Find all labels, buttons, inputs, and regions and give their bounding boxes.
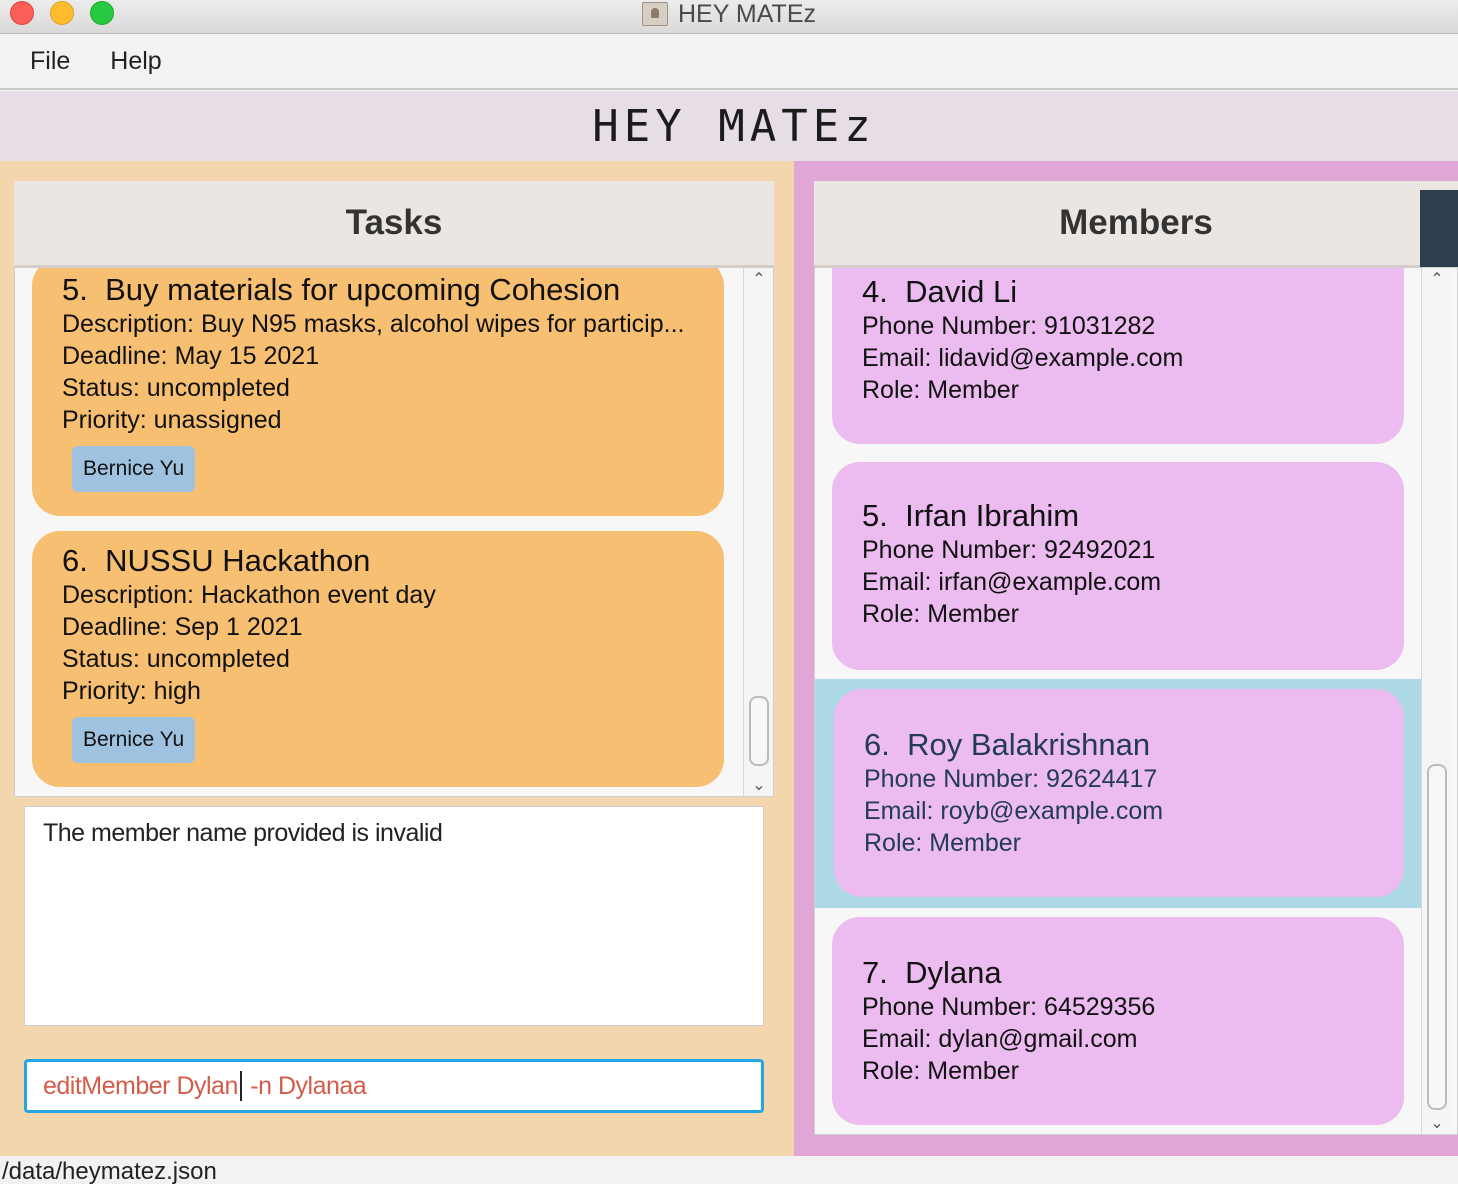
task-priority: Priority: high (62, 677, 201, 705)
member-phone: Phone Number: 91031282 (862, 312, 1156, 340)
task-deadline: Deadline: May 15 2021 (62, 342, 320, 370)
member-role: Role: Member (864, 829, 1021, 857)
member-card: 7. Dylana Phone Number: 64529356 Email: … (832, 917, 1404, 1125)
task-priority: Priority: unassigned (62, 406, 282, 434)
chevron-up-icon[interactable]: ⌃ (1422, 268, 1452, 292)
member-list[interactable]: 4. David Li Phone Number: 91031282 Email… (814, 267, 1458, 1135)
scroll-corner (1420, 190, 1458, 270)
member-name: Dylana (905, 955, 1002, 990)
left-pane: Tasks 5. Buy materials for upcoming Cohe… (0, 161, 794, 1156)
member-title: 5. Irfan Ibrahim (862, 498, 1374, 534)
minimize-window-button[interactable] (50, 1, 74, 25)
task-title: 5. Buy materials for upcoming Cohesion (62, 272, 694, 308)
member-phone: Phone Number: 92492021 (862, 536, 1156, 564)
task-deadline: Deadline: Sep 1 2021 (62, 613, 303, 641)
member-index: 5. (862, 498, 888, 533)
tasks-heading: Tasks (14, 181, 774, 267)
window-title: HEY MATEz (642, 0, 816, 28)
member-phone: Phone Number: 64529356 (862, 993, 1156, 1021)
member-title: 6. Roy Balakrishnan (864, 727, 1374, 763)
member-card: 5. Irfan Ibrahim Phone Number: 92492021 … (832, 462, 1404, 670)
chevron-down-icon[interactable]: ⌄ (1422, 1112, 1452, 1134)
member-email: Email: dylan@gmail.com (862, 1025, 1138, 1053)
member-name: Irfan Ibrahim (905, 498, 1080, 533)
right-pane: Members 4. David Li Phone Number: 910312… (794, 161, 1458, 1156)
result-display: The member name provided is invalid (24, 806, 764, 1026)
member-title: 4. David Li (862, 274, 1374, 310)
task-list-scroll-thumb[interactable] (749, 696, 769, 766)
member-row[interactable]: 7. Dylana Phone Number: 64529356 Email: … (815, 908, 1421, 1134)
task-description: Description: Buy N95 masks, alcohol wipe… (62, 310, 685, 338)
assignee-tag: Bernice Yu (72, 717, 196, 763)
save-file-path: /data/heymatez.json (2, 1158, 217, 1184)
member-email: Email: irfan@example.com (862, 568, 1162, 596)
close-window-button[interactable] (10, 1, 34, 25)
member-role: Role: Member (862, 600, 1019, 628)
member-phone: Phone Number: 92624417 (864, 765, 1158, 793)
task-name: Buy materials for upcoming Cohesion (105, 272, 621, 307)
member-email: Email: royb@example.com (864, 797, 1164, 825)
menu-file[interactable]: File (30, 47, 70, 76)
member-index: 7. (862, 955, 888, 990)
address-book-icon (642, 2, 668, 26)
task-card[interactable]: 5. Buy materials for upcoming Cohesion D… (32, 268, 724, 516)
member-list-scroll-thumb[interactable] (1427, 764, 1447, 1110)
assignee-tag: Bernice Yu (72, 446, 196, 492)
task-list[interactable]: 5. Buy materials for upcoming Cohesion D… (14, 267, 774, 797)
member-email: Email: lidavid@example.com (862, 344, 1184, 372)
status-bar: /data/heymatez.json (0, 1156, 1458, 1184)
menu-bar: File Help (0, 34, 1458, 90)
member-title: 7. Dylana (862, 955, 1374, 991)
member-index: 6. (864, 727, 890, 762)
task-card[interactable]: 6. NUSSU Hackathon Description: Hackatho… (32, 531, 724, 787)
text-caret (239, 1071, 242, 1101)
member-name: Roy Balakrishnan (907, 727, 1151, 762)
command-text-before-caret: editMember Dylan (43, 1071, 238, 1100)
member-row-selected[interactable]: 6. Roy Balakrishnan Phone Number: 926244… (815, 679, 1421, 908)
task-index: 6. (62, 543, 88, 578)
task-status: Status: uncompleted (62, 645, 290, 673)
member-row[interactable]: 4. David Li Phone Number: 91031282 Email… (815, 268, 1421, 453)
task-description: Description: Hackathon event day (62, 581, 436, 609)
members-heading: Members (814, 181, 1458, 267)
member-index: 4. (862, 274, 888, 309)
chevron-down-icon[interactable]: ⌄ (744, 774, 773, 796)
window-title-bar: HEY MATEz (0, 0, 1458, 34)
member-card: 6. Roy Balakrishnan Phone Number: 926244… (834, 689, 1404, 897)
app-header: HEY MATEz (0, 91, 1458, 161)
zoom-window-button[interactable] (90, 1, 114, 25)
command-input[interactable]: editMember Dylan -n Dylanaa (24, 1059, 764, 1113)
task-list-scrollbar[interactable]: ⌃ ⌄ (743, 268, 773, 796)
command-text-after-caret: -n Dylanaa (243, 1071, 367, 1100)
member-role: Role: Member (862, 376, 1019, 404)
task-title: 6. NUSSU Hackathon (62, 543, 694, 579)
chevron-up-icon[interactable]: ⌃ (744, 268, 773, 292)
member-card: 4. David Li Phone Number: 91031282 Email… (832, 268, 1404, 444)
member-row[interactable]: 5. Irfan Ibrahim Phone Number: 92492021 … (815, 453, 1421, 679)
task-index: 5. (62, 272, 88, 307)
app-title: HEY MATEz (592, 100, 876, 152)
window-title-text: HEY MATEz (678, 0, 816, 28)
task-name: NUSSU Hackathon (105, 543, 371, 578)
member-name: David Li (905, 274, 1018, 309)
member-role: Role: Member (862, 1057, 1019, 1085)
task-status: Status: uncompleted (62, 374, 290, 402)
member-list-scrollbar[interactable]: ⌃ ⌄ (1421, 268, 1452, 1134)
menu-help[interactable]: Help (110, 47, 161, 76)
